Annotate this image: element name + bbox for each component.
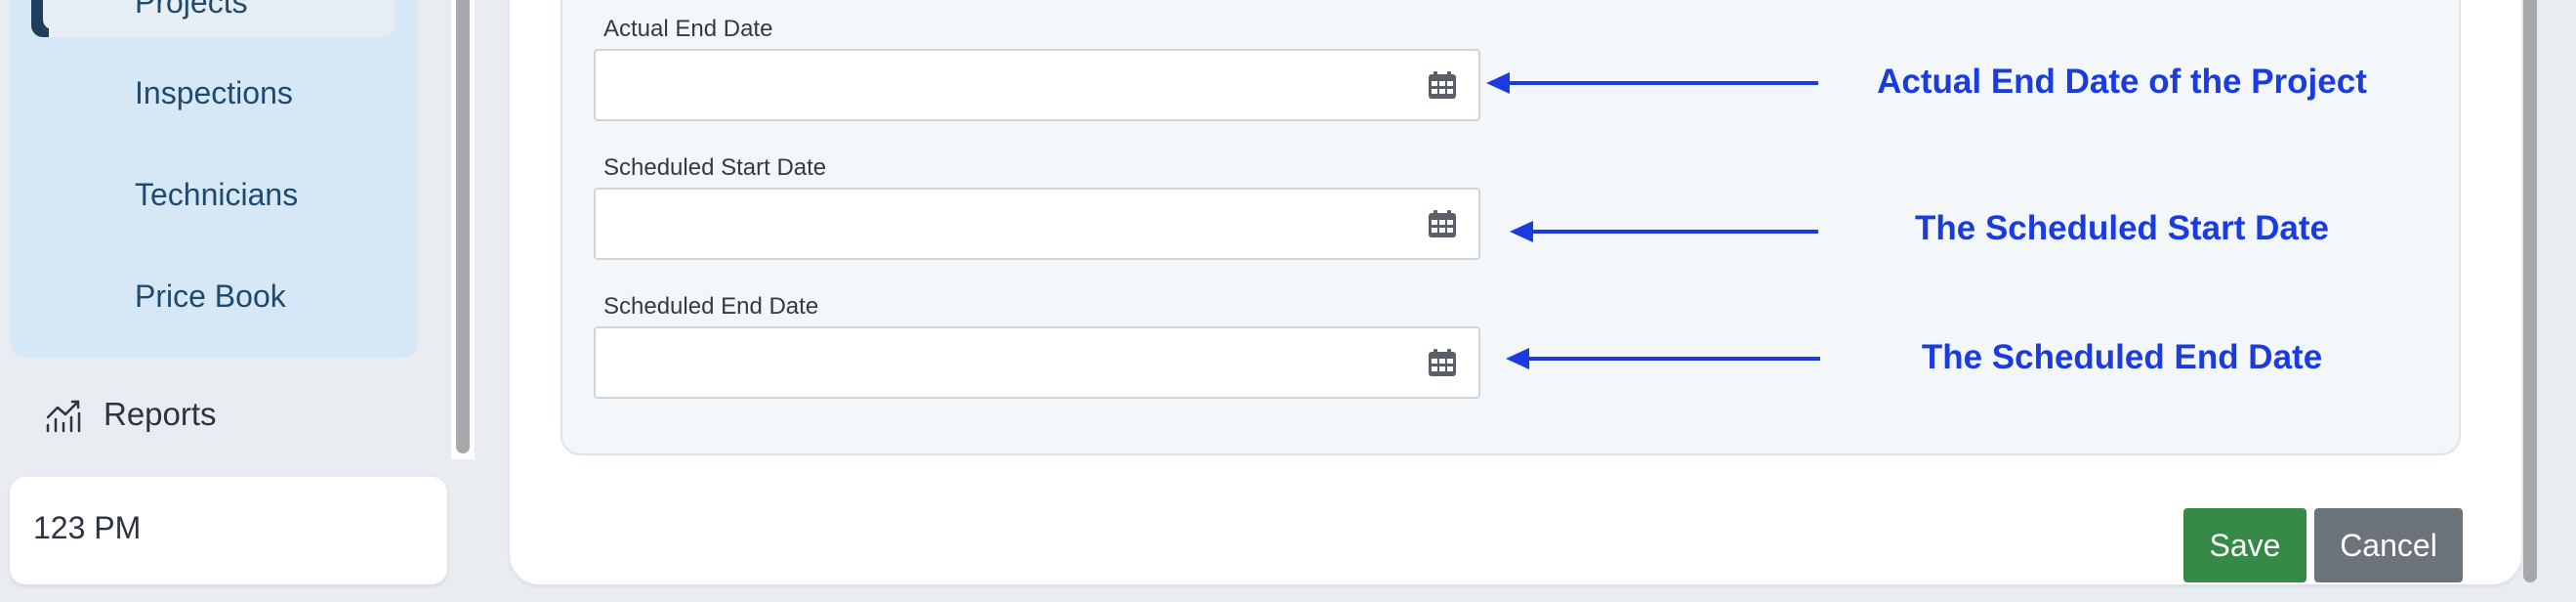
- annotation-arrow: [1510, 221, 1818, 242]
- sidebar-item-technicians[interactable]: Technicians: [135, 175, 298, 214]
- annotation-scheduled-end-date: The Scheduled End Date: [1921, 338, 2323, 376]
- sidebar-item-projects-label: Projects: [135, 0, 248, 20]
- user-name: 123 PM: [33, 510, 142, 545]
- annotation-actual-end-date: Actual End Date of the Project: [1877, 63, 2367, 101]
- chart-line-icon: [45, 396, 82, 433]
- user-card[interactable]: 123 PM: [10, 477, 447, 584]
- active-indicator-inner: [43, 0, 55, 29]
- main-scrollbar[interactable]: [2523, 0, 2537, 582]
- annotation-arrow: [1486, 72, 1818, 94]
- sidebar-scrollbar[interactable]: [456, 0, 470, 453]
- scheduled-start-date-label: Scheduled Start Date: [603, 154, 827, 181]
- save-button[interactable]: Save: [2183, 508, 2306, 582]
- scheduled-start-date-input[interactable]: [594, 188, 1480, 260]
- sidebar-item-reports-label: Reports: [104, 396, 217, 432]
- annotation-arrow: [1506, 348, 1820, 369]
- sidebar-item-price-book[interactable]: Price Book: [135, 277, 286, 316]
- scheduled-end-date-label: Scheduled End Date: [603, 293, 819, 320]
- actual-end-date-label: Actual End Date: [603, 16, 773, 42]
- cancel-button[interactable]: Cancel: [2314, 508, 2463, 582]
- sidebar-item-reports[interactable]: Reports: [45, 393, 217, 436]
- annotation-scheduled-start-date: The Scheduled Start Date: [1915, 209, 2329, 247]
- sidebar-item-inspections[interactable]: Inspections: [135, 73, 293, 112]
- scheduled-end-date-input[interactable]: [594, 326, 1480, 399]
- actual-end-date-input[interactable]: [594, 49, 1480, 121]
- calendar-icon[interactable]: [1428, 348, 1457, 377]
- calendar-icon[interactable]: [1428, 70, 1457, 100]
- calendar-icon[interactable]: [1428, 209, 1457, 238]
- app-root: Projects Inspections Technicians Price B…: [0, 0, 2576, 602]
